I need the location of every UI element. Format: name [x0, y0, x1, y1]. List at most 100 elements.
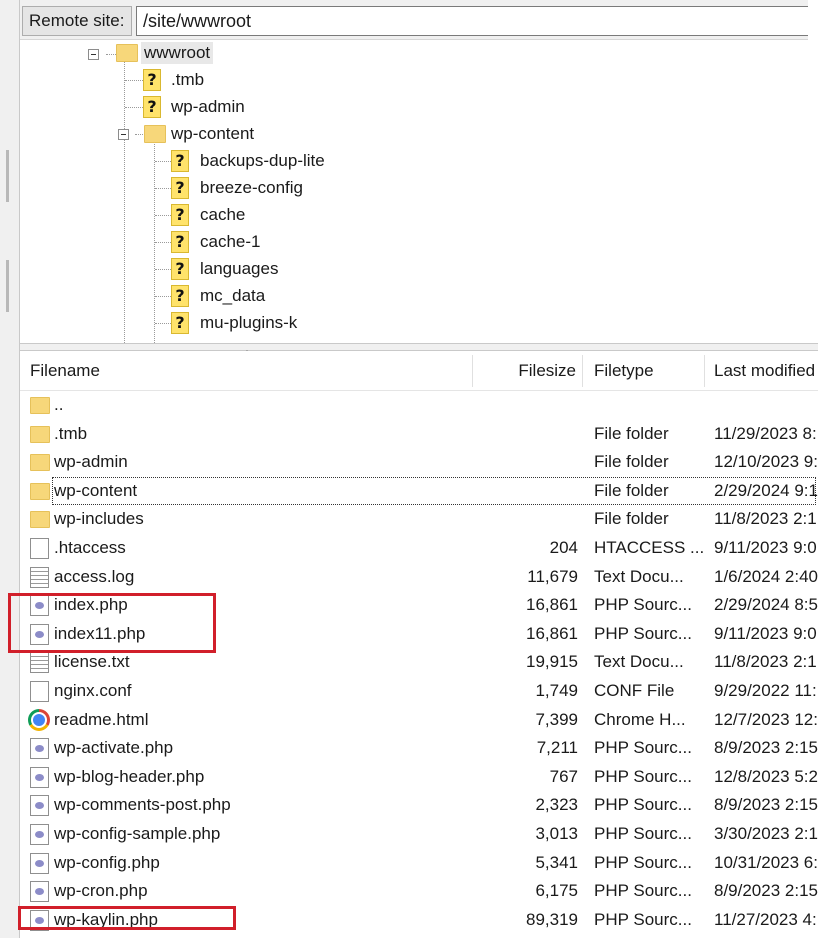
chrome-icon — [28, 708, 50, 731]
pane-splitter[interactable] — [20, 343, 818, 351]
tree-item-mu-plugins-k[interactable]: mu-plugins-k — [200, 312, 297, 334]
tree-item-cache[interactable]: cache — [200, 204, 245, 226]
column-filesize[interactable]: Filesize — [472, 351, 582, 391]
file-row[interactable]: .. — [20, 391, 818, 420]
file-row[interactable]: wp-includes File folder 11/8/2023 2:1 — [20, 505, 818, 534]
file-type: Text Docu... — [594, 566, 684, 586]
file-row[interactable]: wp-comments-post.php 2,323 PHP Sourc... 8/9… — [20, 791, 818, 820]
file-size: 204 — [549, 538, 578, 557]
file-modified: 12/8/2023 5:2 — [714, 766, 818, 786]
unknown-folder-icon: ? — [171, 150, 189, 172]
file-modified: 1/6/2024 2:40 — [714, 566, 818, 586]
tree-item-wp-content[interactable]: wp-content — [171, 123, 254, 145]
tree-item-mc-data[interactable]: mc_data — [200, 285, 265, 307]
file-row[interactable]: wp-cron.php 6,175 PHP Sourc... 8/9/2023 2:1… — [20, 877, 818, 906]
tree-item-wp-admin[interactable]: wp-admin — [171, 96, 245, 118]
file-size: 6,175 — [535, 881, 578, 901]
file-row[interactable]: .tmb File folder 11/29/2023 8: — [20, 420, 818, 449]
php-file-icon — [30, 766, 49, 788]
file-modified: 9/29/2022 11: — [714, 681, 817, 700]
file-size: 16,861 — [526, 595, 578, 615]
file-modified: 9/11/2023 9:0 — [714, 538, 817, 557]
file-row[interactable]: wp-config.php 5,341 PHP Sourc... 10/31/2023… — [20, 849, 818, 878]
text-file-icon — [30, 652, 49, 674]
file-modified: 10/31/2023 6: — [714, 852, 818, 872]
file-size: 5,341 — [535, 852, 578, 872]
file-name: nginx.conf — [54, 681, 132, 700]
file-type: PHP Sourc... — [594, 852, 692, 872]
file-row[interactable]: wp-activate.php 7,211 PHP Sourc... 8/9/2023… — [20, 734, 818, 763]
column-last-modified[interactable]: Last modified — [704, 351, 818, 391]
file-size: 19,915 — [526, 652, 578, 672]
unknown-folder-icon: ? — [143, 96, 161, 118]
file-size — [470, 448, 578, 476]
file-size: 11,679 — [527, 566, 578, 586]
file-size — [470, 420, 578, 448]
file-modified: 8/9/2023 2:15 — [714, 738, 818, 758]
right-pane-edge — [808, 0, 818, 345]
file-row[interactable]: nginx.conf 1,749 CONF File 9/29/2022 11: — [20, 677, 818, 706]
file-name: wp-comments-post.php — [54, 795, 231, 815]
file-type — [594, 391, 704, 419]
file-type: PHP Sourc... — [594, 795, 692, 815]
tree-item-languages[interactable]: languages — [200, 258, 278, 280]
collapse-icon[interactable] — [118, 129, 129, 140]
tree-item-breeze-config[interactable]: breeze-config — [200, 177, 303, 199]
file-name: wp-config-sample.php — [54, 824, 221, 843]
tree-item-cache-1[interactable]: cache-1 — [200, 231, 260, 253]
remote-directory-tree[interactable]: wwwroot ? .tmb ? wp-admin wp-content ? b… — [20, 40, 808, 343]
tree-item-tmb[interactable]: .tmb — [171, 69, 204, 91]
file-modified: 11/27/2023 4: — [714, 909, 817, 929]
tree-item-wwwroot[interactable]: wwwroot — [141, 42, 214, 64]
file-type: PHP Sourc... — [594, 881, 692, 901]
file-name: .htaccess — [54, 538, 126, 557]
php-file-icon — [30, 738, 49, 760]
file-size: 2,323 — [535, 795, 578, 815]
file-type: Chrome H... — [594, 709, 686, 729]
file-row[interactable]: wp-blog-header.php 767 PHP Sourc... 12/8/20… — [20, 763, 818, 792]
tree-item-backups-dup-lite[interactable]: backups-dup-lite — [200, 150, 325, 172]
file-modified: 8/9/2023 2:15 — [714, 795, 818, 815]
file-type: CONF File — [594, 681, 675, 700]
php-file-icon — [30, 824, 49, 845]
file-type: HTACCESS ... — [594, 538, 704, 557]
file-row[interactable]: access.log 11,679 Text Docu... 1/6/2024 2:4… — [20, 563, 818, 592]
file-modified: 12/7/2023 12: — [714, 709, 818, 729]
file-name: wp-cron.php — [54, 881, 148, 901]
file-type: PHP Sourc... — [594, 824, 692, 843]
file-row[interactable]: .htaccess 204 HTACCESS ... 9/11/2023 9:0 — [20, 534, 818, 563]
file-name: access.log — [54, 566, 135, 586]
highlight-box — [18, 906, 236, 930]
file-row[interactable]: wp-config-sample.php 3,013 PHP Sourc... 3/3… — [20, 820, 818, 849]
gutter-marker — [6, 150, 9, 202]
file-name: .tmb — [54, 423, 88, 443]
file-size: 16,861 — [526, 623, 578, 643]
file-row[interactable]: readme.html 7,399 Chrome H... 12/7/2023 12: — [20, 706, 818, 735]
left-pane-edge — [0, 0, 20, 938]
remote-path-input[interactable]: /site/wwwroot — [136, 6, 818, 36]
file-size: 1,749 — [535, 681, 578, 700]
file-modified: 11/8/2023 2:1 — [714, 509, 817, 529]
file-row[interactable]: wp-admin File folder 12/10/2023 9: — [20, 448, 818, 477]
text-file-icon — [30, 566, 49, 588]
php-file-icon — [30, 852, 49, 874]
file-name: wp-includes — [54, 509, 144, 529]
column-filetype[interactable]: Filetype — [584, 351, 704, 391]
column-filename[interactable]: Filename — [20, 351, 472, 391]
file-size: 3,013 — [535, 824, 578, 843]
collapse-icon[interactable] — [88, 49, 99, 60]
highlight-box — [8, 593, 216, 653]
file-size: 767 — [549, 766, 578, 786]
file-type: Text Docu... — [594, 652, 684, 672]
file-type: PHP Sourc... — [594, 909, 692, 929]
file-size: 89,319 — [526, 909, 578, 929]
unknown-folder-icon: ? — [171, 204, 189, 226]
unknown-folder-icon: ? — [143, 69, 161, 91]
folder-icon — [30, 482, 50, 500]
folder-icon — [144, 125, 166, 143]
unknown-folder-icon: ? — [171, 231, 189, 253]
file-type: File folder — [594, 452, 669, 472]
file-icon — [30, 538, 49, 559]
file-modified: 3/30/2023 2:1 — [714, 824, 818, 843]
file-size: 7,399 — [535, 709, 578, 729]
